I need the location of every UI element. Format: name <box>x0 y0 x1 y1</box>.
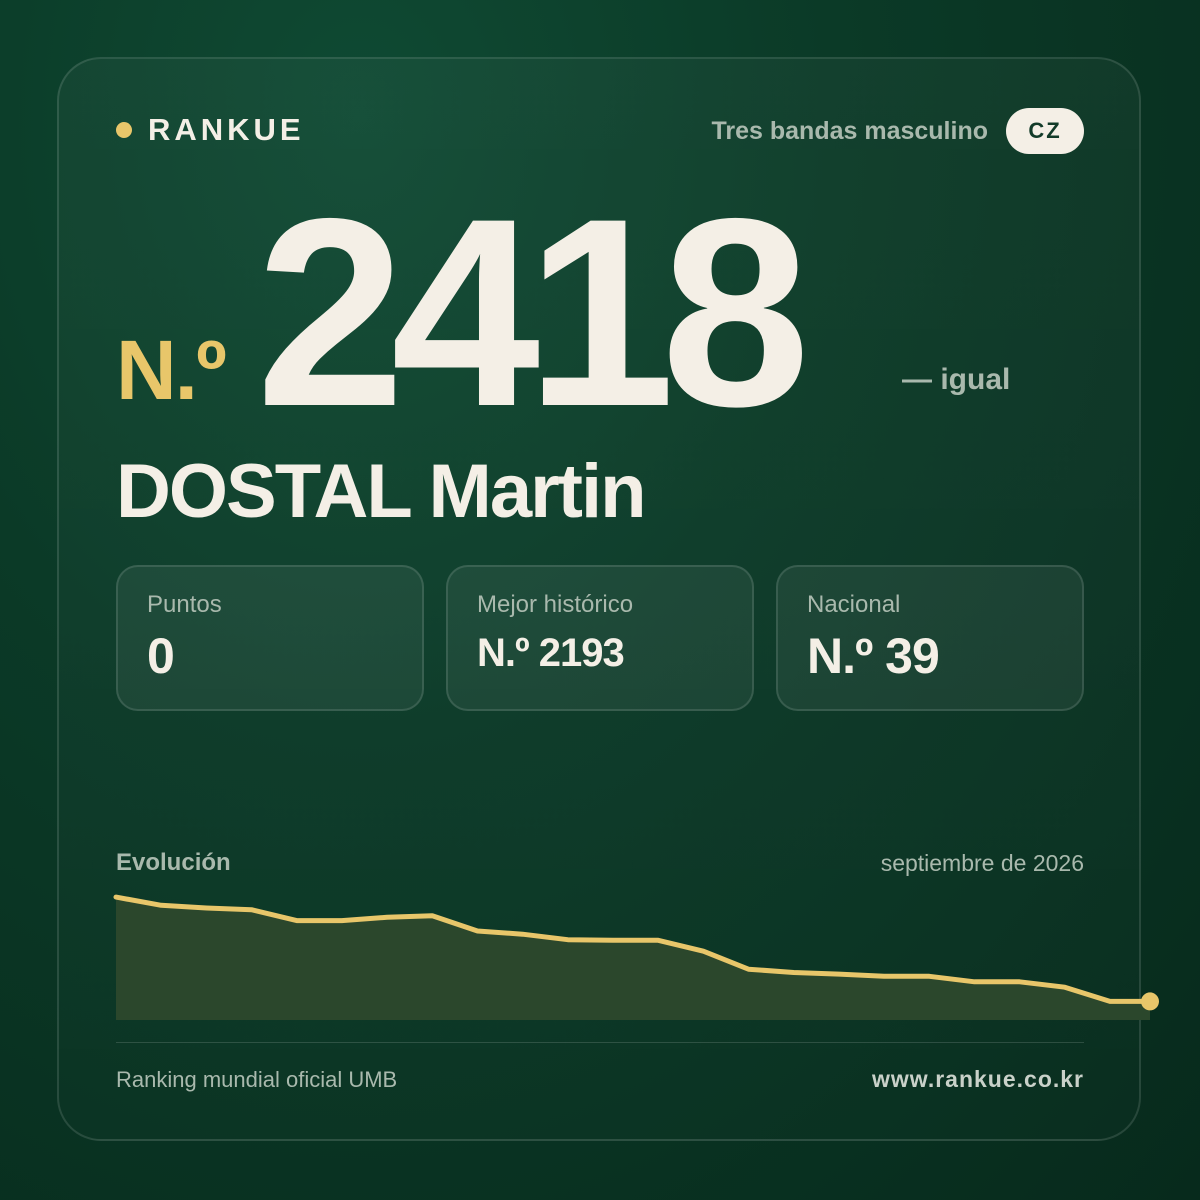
footer-divider <box>116 1042 1084 1043</box>
footer-url: www.rankue.co.kr <box>872 1066 1084 1092</box>
footer-source: Ranking mundial oficial UMB <box>116 1067 398 1092</box>
chart-endpoint <box>1141 992 1159 1011</box>
evolution-chart <box>113 894 1159 1020</box>
